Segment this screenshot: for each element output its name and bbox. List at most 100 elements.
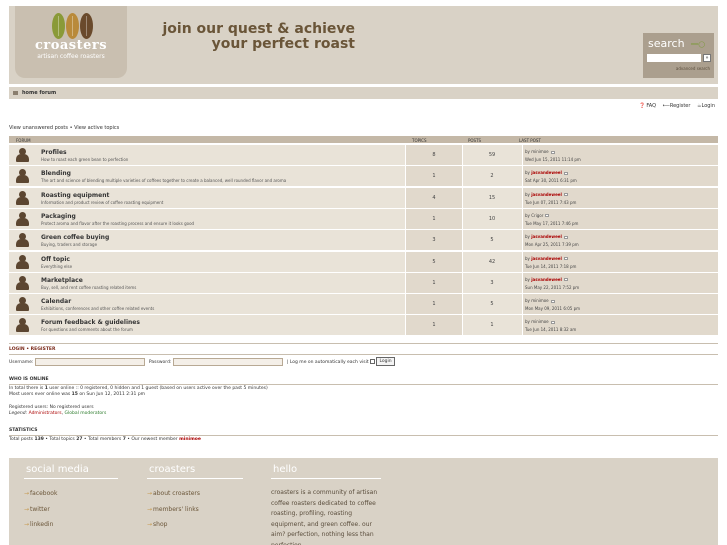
record-text: on Sun Jun 12, 2011 2:31 pm	[77, 392, 146, 397]
forum-row: Off topic Everything else 5 42 by jasvan…	[9, 251, 718, 272]
breadcrumb-home[interactable]: home forum	[22, 90, 56, 96]
forum-table-header: FORUM TOPICS POSTS LAST POST	[9, 136, 718, 143]
forum-row: Green coffee buying Buying, traders and …	[9, 230, 718, 251]
remember-checkbox[interactable]	[370, 359, 376, 364]
view-latest-post-icon[interactable]	[545, 214, 550, 218]
login-button[interactable]: Login	[376, 357, 395, 366]
view-links[interactable]: View unanswered posts • View active topi…	[9, 125, 119, 131]
forum-description: Everything else	[41, 263, 73, 269]
logo[interactable]: croasters artisan coffee roasters	[15, 6, 127, 78]
forum-title-link[interactable]: Green coffee buying	[41, 234, 109, 241]
last-post-author-link[interactable]: jasvandeweel	[531, 192, 562, 197]
tagline-line1: join our quest & achieve	[162, 21, 355, 37]
last-post-date: Sat Apr 30, 2011 6:31 pm	[525, 178, 577, 184]
footer-link-about[interactable]: →about croasters	[147, 490, 200, 497]
forum-title-link[interactable]: Blending	[41, 170, 71, 177]
view-latest-post-icon[interactable]	[563, 235, 568, 239]
link-label: shop	[153, 521, 168, 528]
forum-last-post: by jasvandeweel Mon Apr 25, 2011 7:39 pm	[522, 230, 718, 251]
arrow-icon: →	[24, 521, 30, 528]
forum-last-post: by jasvandeweel Tue Jun 07, 2011 7:43 pm	[522, 187, 718, 208]
search-go-button[interactable]: »	[703, 54, 711, 62]
footer-link-facebook[interactable]: →facebook	[24, 490, 57, 497]
last-post-author-link[interactable]: minimoe	[531, 319, 548, 324]
search-input[interactable]	[647, 54, 701, 62]
forum-title-link[interactable]: Calendar	[41, 298, 71, 305]
who-online-title: WHO IS ONLINE	[9, 377, 49, 382]
forum-title-link[interactable]: Profiles	[41, 149, 67, 156]
legend-label: Legend:	[9, 411, 28, 416]
forum-topics-count: 4	[405, 187, 463, 208]
legend-moderators[interactable]: Global moderators	[64, 411, 106, 416]
legend-admin[interactable]: Administrators	[29, 411, 62, 416]
last-post-author-line: by minimoe	[525, 149, 555, 154]
last-post-author-link[interactable]: jasvandeweel	[531, 256, 562, 261]
last-post-author-link[interactable]: jasvandeweel	[531, 277, 562, 282]
forum-title-link[interactable]: Marketplace	[41, 277, 83, 284]
forum-last-post: by minimoe Mon May 09, 2011 6:05 pm	[522, 294, 718, 315]
register-link[interactable]: ⟵Register	[663, 103, 691, 109]
view-latest-post-icon[interactable]	[550, 320, 555, 324]
last-post-date: Tue May 17, 2011 7:46 pm	[525, 220, 579, 226]
arrow-icon: →	[147, 521, 153, 528]
arrow-icon: →	[147, 490, 153, 497]
divider	[24, 478, 118, 479]
username-input[interactable]	[35, 357, 146, 366]
newest-member-link[interactable]: minimoe	[179, 437, 201, 442]
advanced-search-link[interactable]: advanced search	[676, 66, 710, 71]
view-latest-post-icon[interactable]	[563, 257, 568, 260]
login-link[interactable]: ☕Login	[697, 103, 715, 109]
forum-title-link[interactable]: Packaging	[41, 213, 76, 220]
arrow-icon: →	[24, 506, 30, 513]
last-post-author-link[interactable]: minimoe	[531, 149, 548, 154]
footer-link-members[interactable]: →members' links	[147, 506, 199, 513]
forum-icon	[15, 233, 30, 248]
statistics-line: Total posts 139 • Total topics 27 • Tota…	[9, 437, 201, 443]
footer-link-twitter[interactable]: →twitter	[24, 506, 50, 513]
col-posts: POSTS	[468, 137, 482, 143]
login-title[interactable]: LOGIN • REGISTER	[9, 347, 55, 352]
view-latest-post-icon[interactable]	[550, 299, 555, 303]
forum-topics-count: 1	[405, 294, 463, 315]
last-post-date: Wed Jun 15, 2011 11:14 pm	[525, 157, 581, 162]
footer-link-linkedin[interactable]: →linkedin	[24, 521, 53, 528]
view-latest-post-icon[interactable]	[563, 193, 568, 197]
last-post-author-link[interactable]: jasvandeweel	[531, 234, 562, 239]
forum-title-link[interactable]: Roasting equipment	[41, 192, 109, 199]
forum-title-link[interactable]: Off topic	[41, 256, 70, 263]
view-latest-post-icon[interactable]	[563, 171, 568, 175]
footer-link-shop[interactable]: →shop	[147, 521, 167, 528]
forum-description: Buying, traders and storage	[41, 242, 98, 248]
forum-description: Information and product review of coffee…	[41, 199, 164, 205]
forum-posts-count: 42	[488, 258, 496, 265]
col-forum: FORUM	[16, 137, 31, 143]
last-post-date: Mon May 09, 2011 6:05 pm	[525, 306, 581, 312]
forum-posts-count: 5	[490, 237, 494, 244]
divider	[9, 343, 718, 344]
forum-title-link[interactable]: Forum feedback & guidelines	[41, 319, 140, 326]
last-post-author-link[interactable]: Crigor	[531, 213, 543, 218]
statistics-title: STATISTICS	[9, 428, 38, 433]
col-topics: TOPICS	[412, 137, 427, 143]
forum-topics-count: 3	[405, 230, 463, 251]
by-label: by	[525, 298, 530, 304]
forum-posts-count: 3	[490, 279, 494, 286]
last-post-date: Tue Jun 14, 2011 7:18 pm	[525, 263, 577, 269]
last-post-author-link[interactable]: minimoe	[531, 298, 548, 303]
link-label: members' links	[153, 506, 199, 513]
forum-icon	[15, 169, 30, 184]
last-post-author-line: by jasvandeweel	[525, 170, 568, 175]
forum-icon	[15, 190, 30, 205]
view-latest-post-icon[interactable]	[563, 278, 568, 282]
by-label: by	[525, 149, 530, 154]
last-post-date: Sun May 22, 2011 7:52 pm	[525, 284, 580, 290]
forum-description: Exhibitions, conferences and other coffe…	[41, 306, 155, 312]
password-input[interactable]	[173, 357, 284, 366]
link-label: facebook	[30, 490, 58, 497]
view-latest-post-icon[interactable]	[550, 150, 555, 154]
forum-last-post: by Crigor Tue May 17, 2011 7:46 pm	[522, 208, 718, 229]
forum-icon	[15, 211, 30, 226]
last-post-author-link[interactable]: jasvandeweel	[531, 170, 562, 175]
faq-link[interactable]: ❓FAQ	[634, 103, 656, 109]
stats-text: Total posts	[9, 437, 35, 442]
